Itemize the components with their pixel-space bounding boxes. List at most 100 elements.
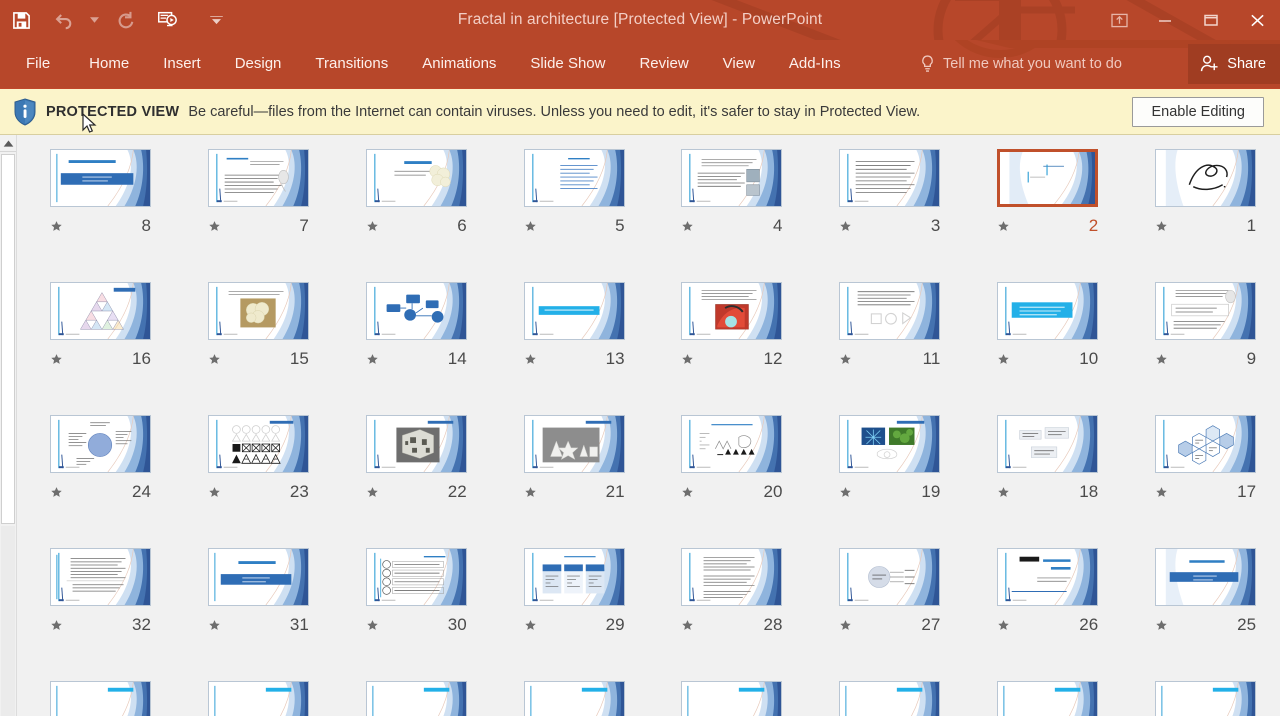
slide-preview[interactable] [49, 282, 151, 340]
slide-thumbnail-24[interactable]: 24 [26, 415, 175, 548]
slide-thumbnail-23[interactable]: 23 [184, 415, 333, 548]
thumbnail-wrapper[interactable]: 29 [523, 548, 625, 635]
slide-thumbnail-29[interactable]: 29 [500, 548, 649, 681]
tell-me-search[interactable]: Tell me what you want to do [920, 40, 1122, 88]
thumbnail-wrapper[interactable]: 21 [523, 415, 625, 502]
thumbnail-wrapper[interactable]: 5 [523, 149, 625, 236]
slide-preview[interactable] [523, 681, 625, 716]
thumbnail-wrapper[interactable]: 8 [49, 149, 151, 236]
thumbnail-wrapper[interactable]: 24 [49, 415, 151, 502]
slide-thumbnail-21[interactable]: 21 [500, 415, 649, 548]
slide-thumbnail-partial[interactable] [500, 681, 649, 716]
thumbnail-wrapper[interactable]: 27 [839, 548, 941, 635]
slide-preview[interactable] [207, 415, 309, 473]
rating-star-icon[interactable] [208, 619, 221, 632]
rating-star-icon[interactable] [366, 619, 379, 632]
slide-preview[interactable] [365, 149, 467, 207]
thumbnail-wrapper[interactable] [1155, 681, 1257, 716]
slide-preview[interactable] [207, 149, 309, 207]
rating-star-icon[interactable] [681, 353, 694, 366]
restore-icon[interactable] [1188, 3, 1234, 37]
slide-preview[interactable] [681, 282, 783, 340]
slide-thumbnail-partial[interactable] [815, 681, 964, 716]
slide-thumbnail-8[interactable]: 8 [26, 149, 175, 282]
rating-star-icon[interactable] [1155, 486, 1168, 499]
tab-animations[interactable]: Animations [405, 40, 513, 88]
thumbnail-wrapper[interactable] [207, 681, 309, 716]
slide-preview[interactable] [523, 282, 625, 340]
thumbnail-wrapper[interactable]: 20 [681, 415, 783, 502]
rating-star-icon[interactable] [366, 486, 379, 499]
slide-preview[interactable] [997, 149, 1099, 207]
tab-view[interactable]: View [706, 40, 772, 88]
undo-dropdown-icon[interactable] [84, 3, 104, 37]
rating-star-icon[interactable] [681, 486, 694, 499]
rating-star-icon[interactable] [1155, 220, 1168, 233]
slide-preview[interactable] [523, 415, 625, 473]
rating-star-icon[interactable] [208, 486, 221, 499]
rating-star-icon[interactable] [524, 353, 537, 366]
thumbnail-wrapper[interactable]: 28 [681, 548, 783, 635]
rating-star-icon[interactable] [208, 353, 221, 366]
tab-review[interactable]: Review [622, 40, 705, 88]
slide-preview[interactable] [49, 548, 151, 606]
slide-thumbnail-18[interactable]: 18 [973, 415, 1122, 548]
slide-thumbnail-17[interactable]: 17 [1131, 415, 1280, 548]
slide-thumbnail-22[interactable]: 22 [342, 415, 491, 548]
slide-thumbnail-13[interactable]: 13 [500, 282, 649, 415]
slide-preview[interactable] [365, 282, 467, 340]
slide-preview[interactable] [207, 282, 309, 340]
tab-file[interactable]: File [0, 40, 72, 88]
thumbnail-wrapper[interactable]: 10 [997, 282, 1099, 369]
rating-star-icon[interactable] [839, 619, 852, 632]
rating-star-icon[interactable] [681, 220, 694, 233]
slide-preview[interactable] [1155, 681, 1257, 716]
slide-preview[interactable] [839, 415, 941, 473]
thumbnail-wrapper[interactable]: 6 [365, 149, 467, 236]
minimize-icon[interactable] [1142, 3, 1188, 37]
thumbnail-wrapper[interactable]: 16 [49, 282, 151, 369]
tab-add-ins[interactable]: Add-Ins [772, 40, 858, 88]
slide-preview[interactable] [997, 548, 1099, 606]
rating-star-icon[interactable] [524, 220, 537, 233]
slide-preview[interactable] [839, 548, 941, 606]
thumbnail-wrapper[interactable]: 7 [207, 149, 309, 236]
slide-thumbnail-3[interactable]: 3 [815, 149, 964, 282]
thumbnail-wrapper[interactable]: 1 [1155, 149, 1257, 236]
rating-star-icon[interactable] [50, 220, 63, 233]
rating-star-icon[interactable] [208, 220, 221, 233]
slide-preview[interactable] [523, 149, 625, 207]
share-button[interactable]: Share [1188, 44, 1280, 84]
slide-preview[interactable] [365, 548, 467, 606]
slide-preview[interactable] [49, 149, 151, 207]
thumbnail-wrapper[interactable]: 17 [1155, 415, 1257, 502]
slide-thumbnail-1[interactable]: 1 [1131, 149, 1280, 282]
slide-preview[interactable] [681, 149, 783, 207]
slide-thumbnail-26[interactable]: 26 [973, 548, 1122, 681]
scrollbar-lower-track[interactable] [1, 526, 15, 716]
slide-thumbnail-16[interactable]: 16 [26, 282, 175, 415]
slide-preview[interactable] [365, 415, 467, 473]
slide-thumbnail-12[interactable]: 12 [658, 282, 807, 415]
thumbnail-wrapper[interactable]: 25 [1155, 548, 1257, 635]
scrollbar-thumb[interactable] [1, 154, 15, 524]
thumbnail-wrapper[interactable]: 12 [681, 282, 783, 369]
slide-thumbnail-14[interactable]: 14 [342, 282, 491, 415]
thumbnail-wrapper[interactable]: 32 [49, 548, 151, 635]
slide-thumbnail-19[interactable]: 19 [815, 415, 964, 548]
thumbnail-wrapper[interactable]: 14 [365, 282, 467, 369]
undo-icon[interactable] [42, 3, 84, 37]
thumbnail-wrapper[interactable]: 13 [523, 282, 625, 369]
rating-star-icon[interactable] [366, 353, 379, 366]
slide-thumbnail-11[interactable]: 11 [815, 282, 964, 415]
slide-thumbnail-4[interactable]: 4 [658, 149, 807, 282]
close-icon[interactable] [1234, 3, 1280, 37]
slide-preview[interactable] [1155, 282, 1257, 340]
thumbnail-wrapper[interactable] [523, 681, 625, 716]
slide-thumbnail-9[interactable]: 9 [1131, 282, 1280, 415]
window-controls[interactable] [1096, 0, 1280, 40]
slide-preview[interactable] [523, 548, 625, 606]
thumbnail-wrapper[interactable] [839, 681, 941, 716]
tab-home[interactable]: Home [72, 40, 146, 88]
slide-preview[interactable] [681, 548, 783, 606]
